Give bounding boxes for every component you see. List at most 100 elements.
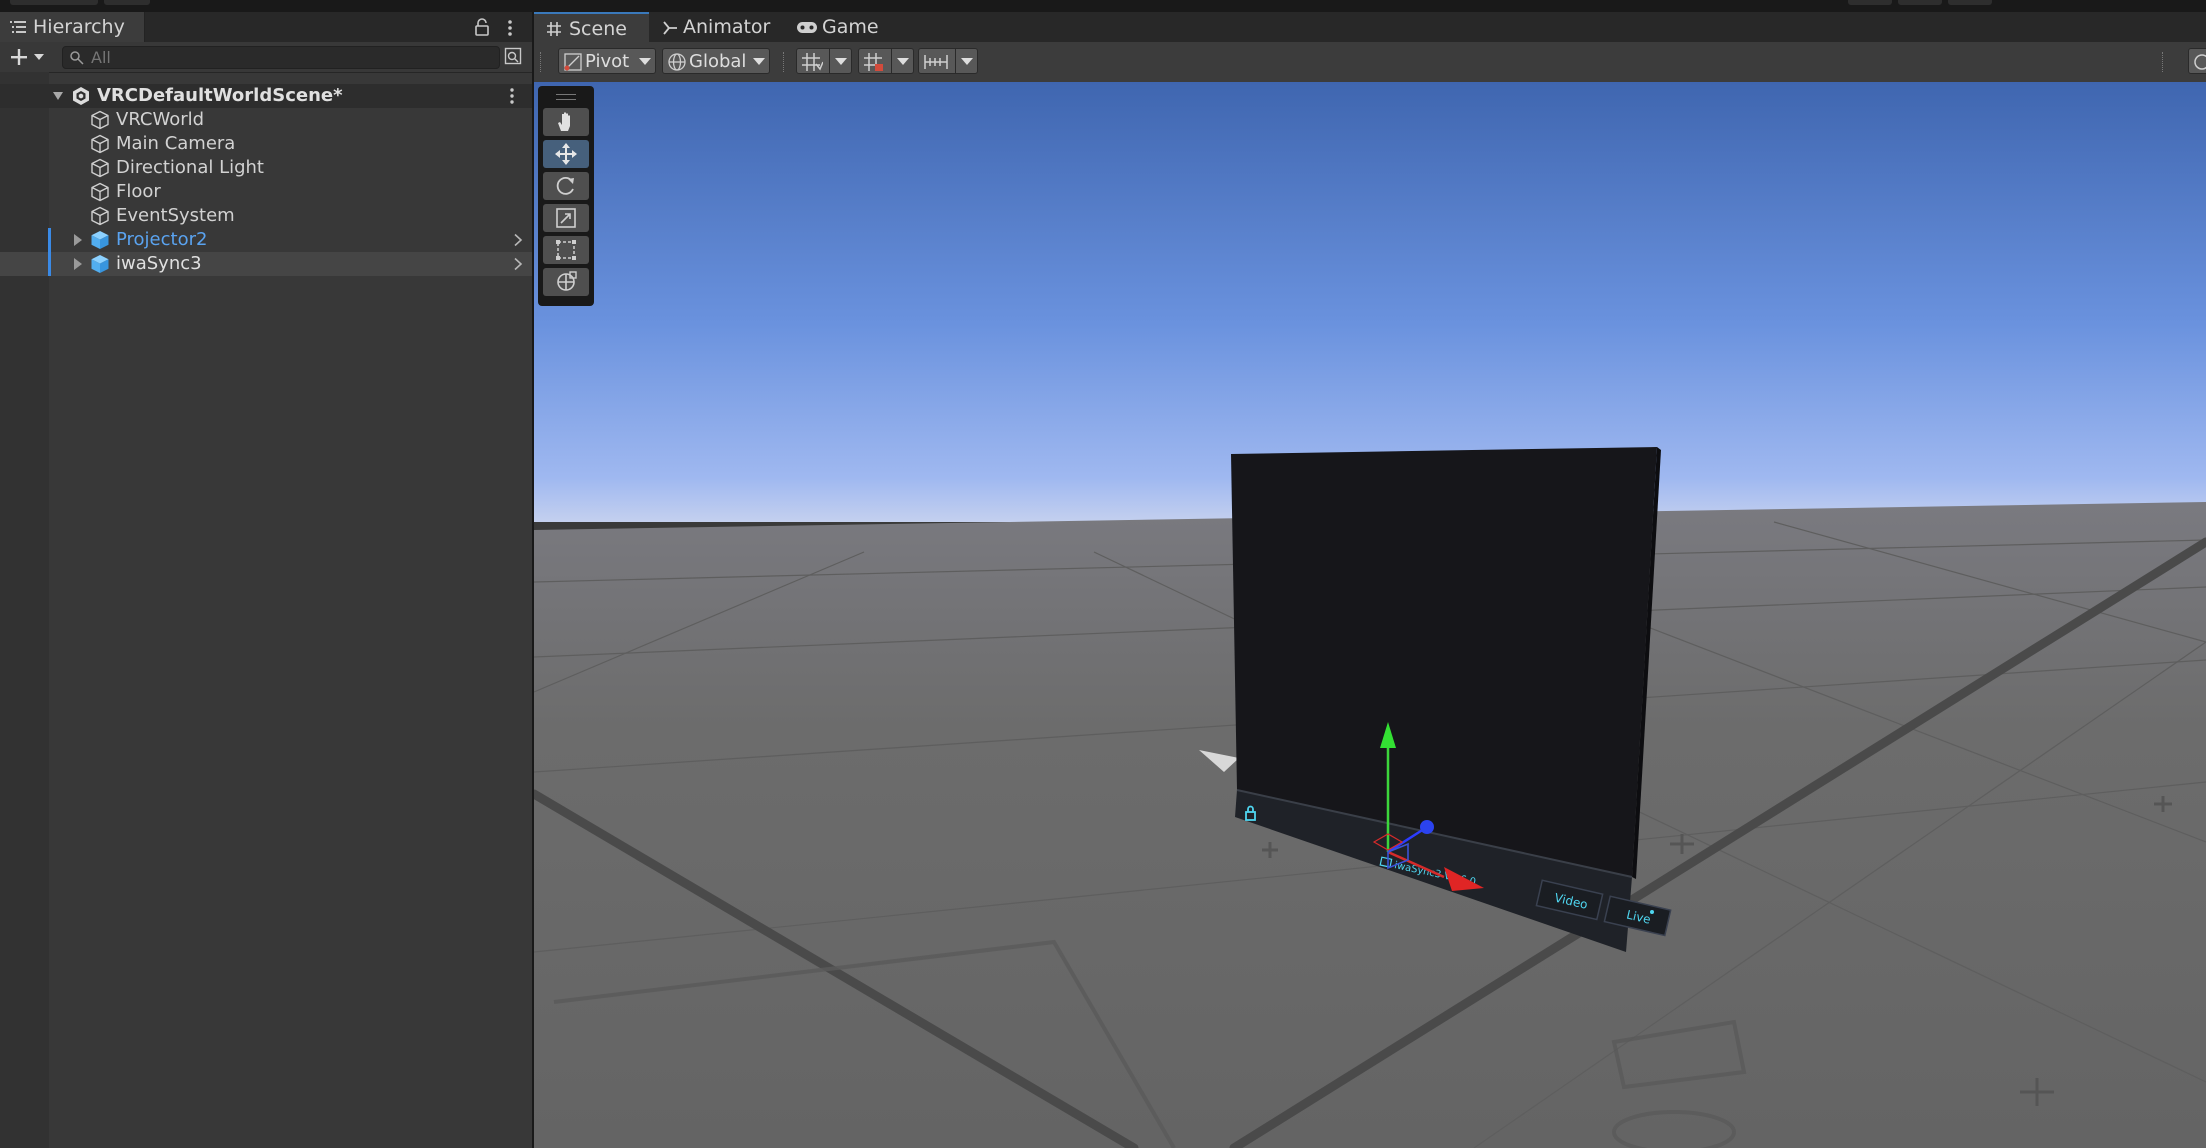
dropdown-arrow-icon bbox=[961, 58, 973, 65]
toolbar-grip[interactable] bbox=[783, 52, 787, 72]
hand-tool-button[interactable] bbox=[543, 108, 589, 136]
animator-icon bbox=[663, 21, 677, 35]
tool-palette bbox=[538, 86, 594, 306]
scale-tool-icon bbox=[556, 208, 576, 228]
split-divider bbox=[955, 49, 956, 73]
pivot-icon bbox=[564, 53, 582, 71]
hierarchy-tree: VRCDefaultWorldScene* VRCWorld Main Came… bbox=[0, 72, 532, 1148]
dropdown-arrow-icon bbox=[897, 58, 909, 65]
grid-snapping-icon bbox=[864, 53, 883, 71]
unity-scene-icon bbox=[73, 87, 89, 105]
rect-tool-button[interactable] bbox=[543, 236, 589, 264]
scene-tab-bar: Scene Animator Game bbox=[534, 12, 2206, 42]
transform-tool-button[interactable] bbox=[543, 268, 589, 296]
prefab-icon bbox=[91, 255, 109, 273]
search-options-icon[interactable] bbox=[504, 47, 522, 65]
chevron-right-icon[interactable] bbox=[512, 233, 524, 247]
scale-tool-button[interactable] bbox=[543, 204, 589, 232]
hand-tool-icon bbox=[558, 112, 570, 131]
tab-game[interactable]: Game bbox=[788, 12, 898, 42]
grid-snapping-dropdown[interactable] bbox=[858, 48, 914, 74]
top-strip-button[interactable] bbox=[10, 0, 98, 5]
hierarchy-item-vrcworld[interactable]: VRCWorld bbox=[0, 108, 532, 132]
search-input[interactable] bbox=[91, 47, 451, 68]
selection-marker bbox=[48, 252, 51, 276]
top-strip-button[interactable] bbox=[1898, 0, 1942, 5]
hierarchy-item-eventsystem[interactable]: EventSystem bbox=[0, 204, 532, 228]
gameobject-icon bbox=[91, 158, 109, 178]
z-axis-handle bbox=[1420, 820, 1434, 834]
rotate-tool-button[interactable] bbox=[543, 172, 589, 200]
hierarchy-item-label: Main Camera bbox=[116, 133, 236, 154]
palette-grip[interactable] bbox=[556, 94, 576, 100]
hierarchy-item-label: iwaSync3 bbox=[116, 253, 202, 274]
fold-arrow-icon[interactable] bbox=[52, 89, 64, 103]
pivot-dropdown[interactable]: Pivot bbox=[558, 48, 656, 74]
dropdown-arrow-icon bbox=[835, 58, 847, 65]
scene-options-button[interactable] bbox=[2188, 48, 2206, 74]
toolbar-grip[interactable] bbox=[2162, 52, 2166, 72]
hierarchy-panel: Hierarchy All VRCDefaultWorldScene* VRCW… bbox=[0, 12, 532, 1148]
hierarchy-item-main-camera[interactable]: Main Camera bbox=[0, 132, 532, 156]
hierarchy-item-label: Projector2 bbox=[116, 229, 208, 250]
search-icon bbox=[70, 51, 84, 65]
move-tool-icon bbox=[555, 143, 577, 165]
global-dropdown[interactable]: Global bbox=[662, 48, 770, 74]
orientation-icon bbox=[2194, 54, 2206, 70]
gameobject-icon bbox=[91, 206, 109, 226]
gameobject-icon bbox=[91, 110, 109, 130]
search-box[interactable] bbox=[62, 46, 500, 69]
tab-hierarchy[interactable]: Hierarchy bbox=[0, 12, 145, 42]
scene-name: VRCDefaultWorldScene* bbox=[97, 85, 343, 106]
top-strip-button[interactable] bbox=[1948, 0, 1992, 5]
tab-scene[interactable]: Scene bbox=[534, 12, 649, 42]
global-label: Global bbox=[689, 51, 747, 72]
gameobject-icon bbox=[91, 182, 109, 202]
ruler-snap-icon bbox=[924, 55, 948, 69]
globe-icon bbox=[668, 53, 686, 71]
tab-label: Animator bbox=[683, 16, 771, 38]
chevron-right-icon[interactable] bbox=[512, 257, 524, 271]
more-options-icon[interactable] bbox=[507, 87, 517, 105]
player-indicator bbox=[1650, 910, 1654, 914]
gamepad-icon bbox=[797, 22, 817, 33]
expand-arrow-icon[interactable] bbox=[72, 257, 84, 271]
hierarchy-item-label: Floor bbox=[116, 181, 161, 202]
lock-icon[interactable] bbox=[474, 18, 490, 36]
grid-visibility-dropdown[interactable] bbox=[796, 48, 852, 74]
gameobject-icon bbox=[91, 134, 109, 154]
increment-snap-dropdown[interactable] bbox=[918, 48, 978, 74]
grid-icon bbox=[547, 22, 561, 36]
dropdown-arrow-icon bbox=[639, 58, 651, 65]
more-options-icon[interactable] bbox=[505, 18, 515, 38]
pivot-label: Pivot bbox=[585, 51, 630, 72]
list-icon bbox=[10, 21, 26, 33]
scene-root-row[interactable]: VRCDefaultWorldScene* bbox=[0, 84, 532, 108]
top-strip-button[interactable] bbox=[104, 0, 150, 5]
hierarchy-item-floor[interactable]: Floor bbox=[0, 180, 532, 204]
rect-tool-icon bbox=[556, 240, 576, 260]
hierarchy-item-iwasync3[interactable]: iwaSync3 bbox=[0, 252, 532, 276]
move-tool-button[interactable] bbox=[543, 140, 589, 168]
hierarchy-tab-bar: Hierarchy bbox=[0, 12, 532, 42]
add-object-button[interactable] bbox=[6, 46, 48, 68]
dropdown-arrow-icon bbox=[753, 58, 765, 65]
top-strip-button[interactable] bbox=[1848, 0, 1892, 5]
scene-viewport[interactable]: iwaSync3 V3.6.0 Video Live bbox=[534, 82, 2206, 1148]
rotate-tool-icon bbox=[556, 176, 574, 195]
toolbar-grip[interactable] bbox=[540, 52, 544, 72]
scene-render: iwaSync3 V3.6.0 Video Live bbox=[534, 82, 2206, 1148]
hierarchy-tab-label: Hierarchy bbox=[33, 16, 125, 38]
expand-arrow-icon[interactable] bbox=[72, 233, 84, 247]
hierarchy-item-projector2[interactable]: Projector2 bbox=[0, 228, 532, 252]
hierarchy-toolbar bbox=[0, 42, 532, 73]
selection-marker bbox=[48, 228, 51, 252]
transform-tool-icon bbox=[557, 271, 577, 291]
tab-animator[interactable]: Animator bbox=[652, 12, 782, 42]
hierarchy-item-label: Directional Light bbox=[116, 157, 264, 178]
grid-snap-icon bbox=[802, 53, 823, 71]
scene-toolbar: Pivot Global bbox=[534, 42, 2206, 83]
split-divider bbox=[829, 49, 830, 73]
scene-panel: Scene Animator Game Pivot Global iwaSync… bbox=[534, 12, 2206, 1148]
hierarchy-item-directional-light[interactable]: Directional Light bbox=[0, 156, 532, 180]
